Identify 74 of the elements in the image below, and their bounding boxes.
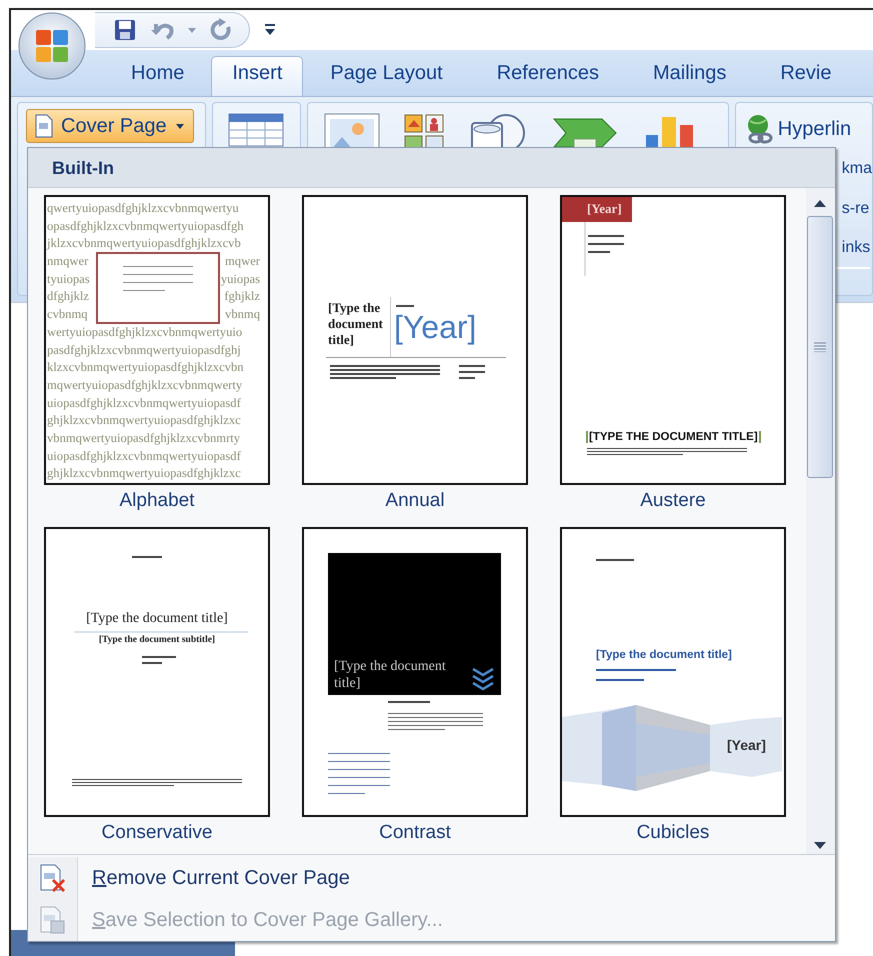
dropdown-arrow-icon[interactable]	[187, 26, 197, 34]
pattern-text: nmqwer	[47, 253, 88, 270]
ribbon-command-label[interactable]: s-re	[842, 200, 870, 218]
blurred-text-drawing	[123, 266, 193, 291]
thumbnail-label: Austere	[640, 489, 706, 513]
cover-page-thumbnail[interactable]	[44, 195, 270, 485]
cover-page-thumbnail[interactable]: [Type the document title] [Type the document subtitle]	[44, 527, 270, 817]
blurred-text-drawing	[142, 656, 176, 664]
cover-text: [Type the document title]	[334, 658, 447, 692]
page-save-icon	[38, 906, 66, 934]
cover-page-thumbnail[interactable]: [Type the document title] [Year]	[560, 527, 786, 817]
page-delete-icon	[38, 864, 66, 892]
cover-text: [Year]	[394, 309, 476, 346]
office-logo-button[interactable]	[16, 12, 88, 80]
pattern-text: yuiopas	[220, 270, 260, 288]
document-icon	[35, 114, 53, 138]
cover-text: [Type the document title]	[85, 611, 229, 627]
pattern-text: fghjklz	[224, 288, 260, 306]
ribbon-tab[interactable]: Page Layout	[303, 56, 470, 96]
gallery-header: Built-In	[28, 148, 835, 188]
ribbon-tab[interactable]: Insert	[211, 56, 304, 96]
pattern-text: tyuiopas	[47, 270, 90, 288]
customize-toolbar-icon[interactable]	[264, 23, 276, 37]
pattern-text: jklzxcvbnmqwertyuiopasdfghjklzxcvb	[47, 235, 241, 252]
caret-icon	[174, 122, 185, 130]
cover-text: [Year]	[587, 201, 622, 217]
cover-text: [Type the document title]	[328, 300, 384, 348]
ribbon-command-label[interactable]: kma	[842, 160, 872, 178]
save-icon[interactable]	[113, 18, 137, 42]
pattern-text: qwertyuiopasdfghjklzxcvbnmqwertyu	[47, 200, 239, 217]
pattern-text: wertyuiopasdfghjklzxcvbnmqwertyuio	[47, 324, 242, 341]
scrollbar-thumb[interactable]	[807, 216, 834, 478]
thumbnail-label: Alphabet	[119, 489, 194, 513]
pattern-text: dfghjklz	[47, 288, 89, 306]
table-icon[interactable]	[228, 113, 284, 147]
pattern-text: vbnmq	[225, 306, 260, 324]
pattern-text: vbnmqwertyuiopasdfghjklzxcvbnmrty	[47, 430, 240, 447]
cover-page-thumbnail[interactable]: [Year] [TYPE THE DOCUMENT TITLE]	[560, 195, 786, 485]
pattern-text: uiopasdfghjklzxcvbnmqwertyuiopasdf	[47, 394, 241, 412]
scrollbar[interactable]	[806, 188, 835, 854]
ribbon-tab[interactable]: References	[470, 56, 626, 96]
redo-icon[interactable]	[209, 18, 233, 42]
pattern-text: klzxcvbnmqwertyuiopasdfghjklzxcvbn	[47, 359, 244, 376]
grip-icon	[814, 342, 826, 352]
thumbnail-label: Contrast	[379, 821, 451, 845]
pattern-text: pasdfghjklzxcvbnmqwertyuiopasdfghj	[47, 342, 241, 359]
blurred-text-drawing	[588, 235, 624, 253]
ribbon-tab[interactable]: Home	[104, 56, 212, 96]
cover-text: [Type the document title]	[596, 649, 732, 661]
thumbnail-label: Annual	[385, 489, 445, 513]
cover-text: [TYPE THE DOCUMENT TITLE]	[586, 431, 761, 443]
pattern-text: mqwer	[225, 253, 260, 270]
thumbnail-label: Cubicles	[636, 821, 710, 845]
pattern-text: ghjklzxcvbnmqwertyuiopasdfghjklzxc	[47, 465, 241, 482]
chevrons-icon	[471, 667, 495, 691]
pattern-text: opasdfghjklzxcvbnmqwertyuiopasdfgh	[47, 218, 244, 235]
pattern-text: mqwertyuiopasdfghjklzxcvbnmqwerty	[47, 376, 242, 394]
menu-item[interactable]: Remove Current Cover Page	[28, 857, 835, 899]
cover-page-button[interactable]: Cover Page	[26, 109, 194, 143]
ribbon-command-label[interactable]: Hyperlin	[778, 118, 852, 140]
pattern-text: ghjklzxcvbnmqwertyuiopasdfghjklzxc	[47, 412, 241, 430]
blurred-text-drawing	[459, 365, 485, 379]
ribbon-tab[interactable]: Revie	[753, 56, 858, 96]
scroll-up-icon[interactable]	[813, 198, 828, 208]
ribbon-command-label[interactable]: inks	[842, 239, 870, 257]
pattern-text: uiopasdfghjklzxcvbnmqwertyuiopasdf	[47, 448, 241, 465]
blurred-text-drawing	[328, 753, 390, 794]
scroll-down-icon[interactable]	[813, 841, 828, 851]
cover-page-thumbnail[interactable]: [Type the document title]	[302, 527, 528, 817]
cover-text: [Type the document subtitle]	[98, 635, 216, 645]
ribbon-tab[interactable]: Mailings	[626, 56, 754, 96]
thumbnail-label: Conservative	[102, 821, 212, 845]
cover-text: [Year]	[727, 737, 766, 753]
pattern-text: cvbnmq	[47, 306, 88, 324]
